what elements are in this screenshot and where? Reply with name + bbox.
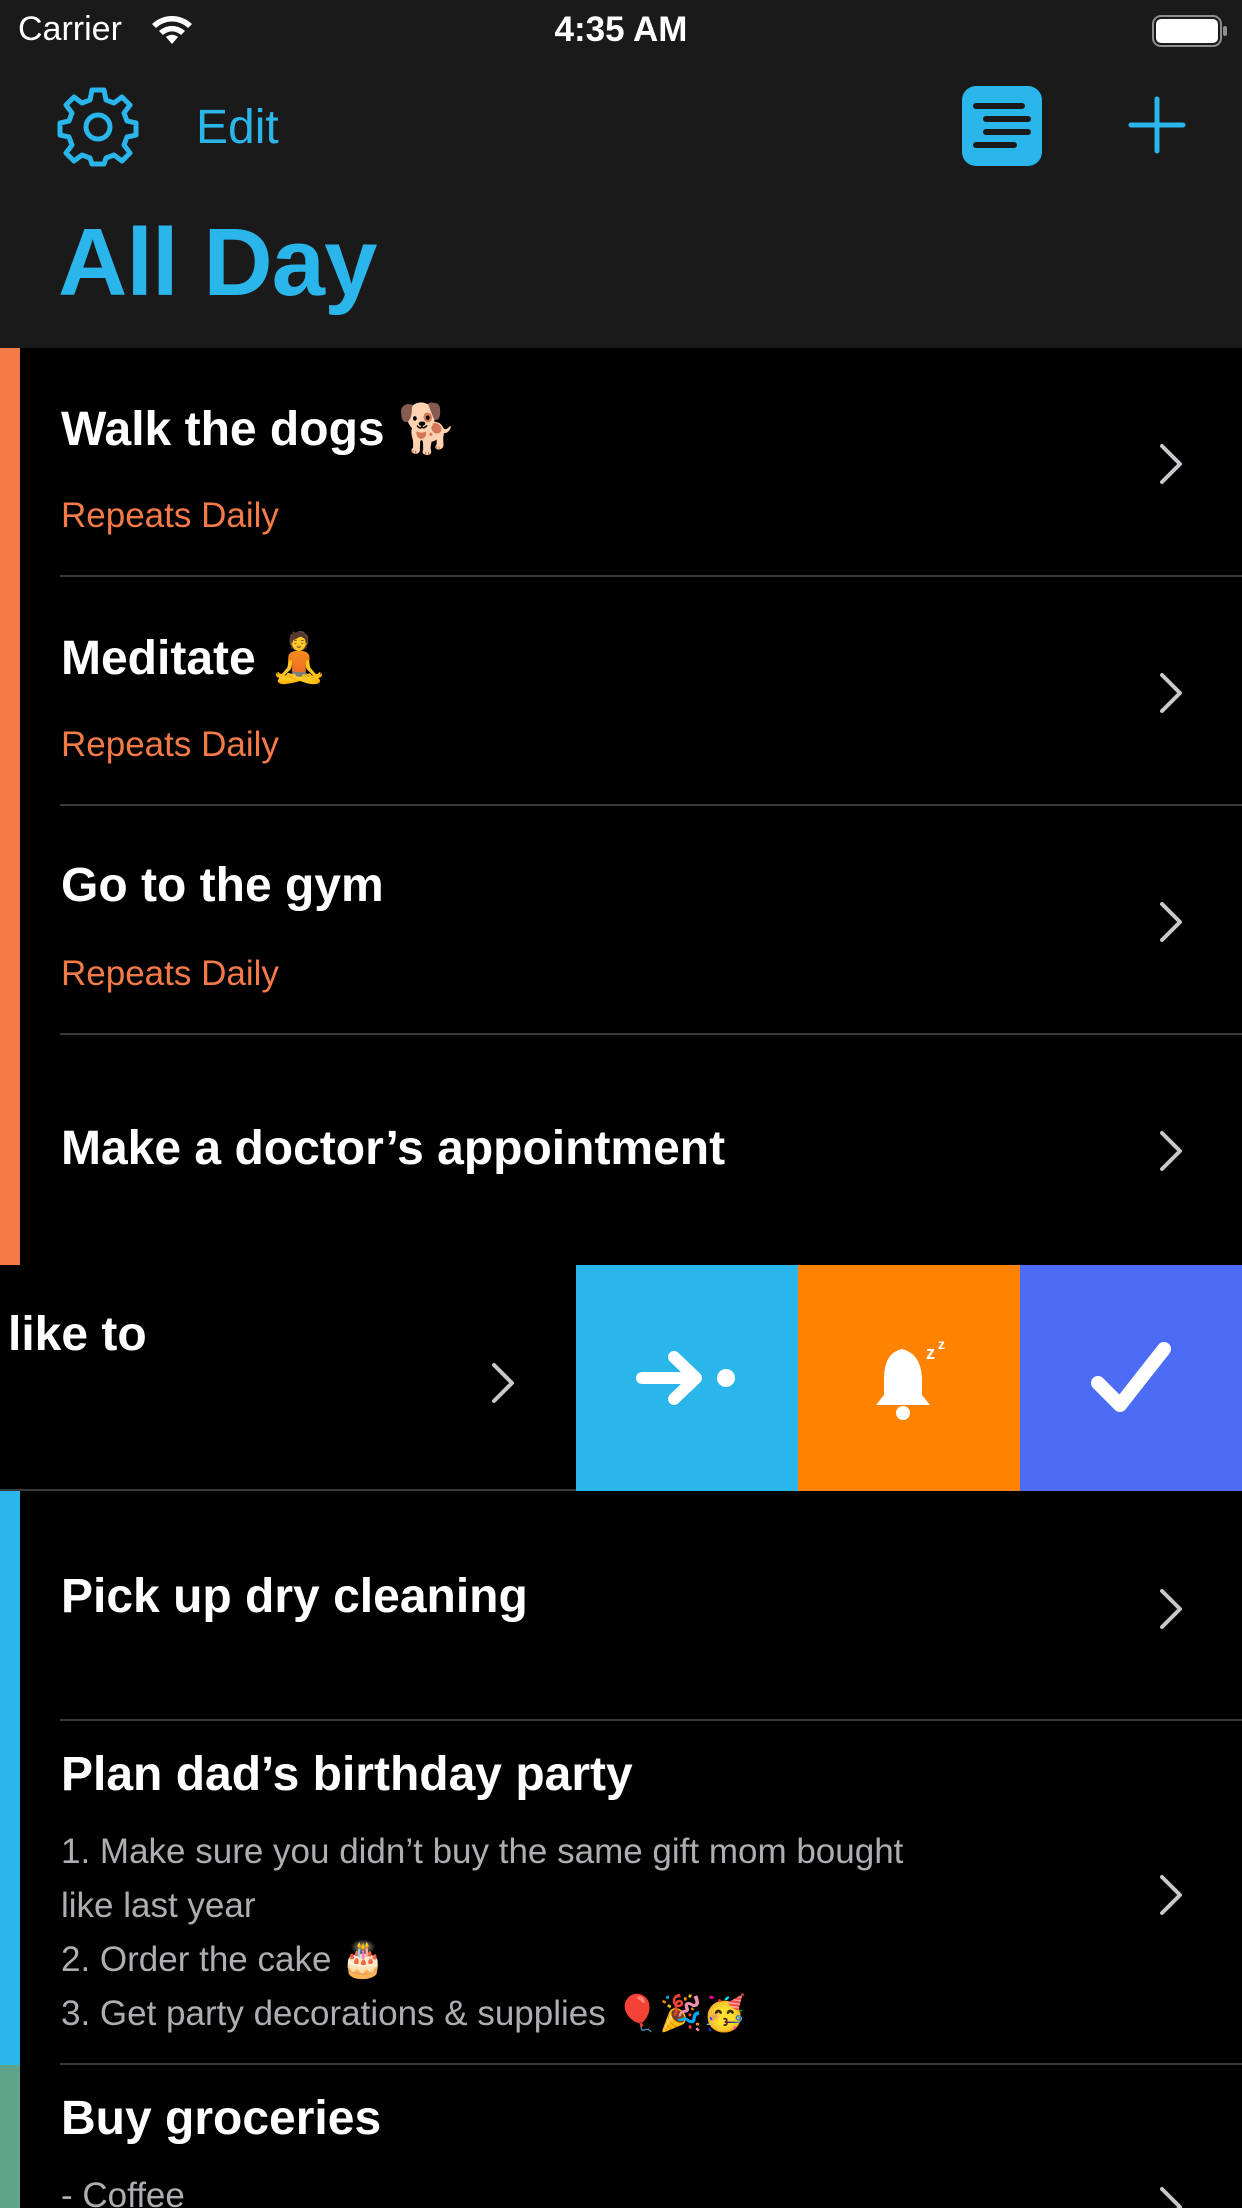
priority-stripe — [0, 1721, 20, 2065]
task-notes: - Coffee — [61, 2176, 185, 2208]
priority-stripe — [0, 1491, 20, 1721]
chevron-right-icon — [492, 1363, 514, 1403]
priority-stripe — [0, 577, 20, 806]
task-row[interactable]: Plan dad’s birthday party 1. Make sure y… — [0, 1721, 1242, 2065]
task-title: Meditate 🧘 — [61, 632, 329, 685]
priority-stripe — [0, 348, 20, 577]
checkmark-icon — [1091, 1342, 1171, 1412]
repeat-label: Repeats Daily — [61, 954, 279, 993]
task-row[interactable]: Buy groceries - Coffee — [0, 2065, 1242, 2208]
task-title: Pick up dry cleaning — [61, 1570, 528, 1623]
svg-text:z: z — [938, 1336, 945, 1352]
chevron-right-icon — [1160, 1589, 1182, 1629]
chevron-right-icon — [1160, 1875, 1182, 1915]
task-title: Walk the dogs 🐕 — [61, 403, 458, 456]
task-title: Go to the gym — [61, 859, 384, 912]
task-row[interactable]: Make a doctor’s appointment — [0, 1035, 1242, 1265]
chevron-right-icon — [1160, 1131, 1182, 1171]
task-title: Make a doctor’s appointment — [61, 1122, 726, 1175]
chevron-right-icon — [1160, 902, 1182, 942]
list-view-button[interactable] — [962, 86, 1042, 166]
bell-snooze-icon: z z — [876, 1336, 945, 1420]
svg-text:z: z — [926, 1343, 935, 1363]
plus-icon[interactable] — [1128, 96, 1186, 154]
move-action-button[interactable] — [576, 1265, 798, 1491]
status-bar: Carrier 4:35 AM — [0, 0, 1242, 62]
priority-stripe — [0, 806, 20, 1035]
repeat-label: Repeats Daily — [61, 496, 279, 535]
chevron-right-icon — [1160, 444, 1182, 484]
page-title: All Day — [58, 209, 377, 316]
snooze-action-button[interactable]: z z — [798, 1265, 1020, 1491]
chevron-right-icon — [1160, 673, 1182, 713]
status-time: 4:35 AM — [554, 10, 688, 49]
battery-icon — [1152, 15, 1227, 47]
complete-action-button[interactable] — [1020, 1265, 1242, 1491]
repeat-label: Repeats Daily — [61, 725, 279, 764]
task-notes: 1. Make sure you didn’t buy the same gif… — [61, 1832, 904, 2033]
task-row[interactable]: Meditate 🧘 Repeats Daily — [0, 577, 1242, 806]
gear-icon[interactable] — [56, 84, 140, 168]
task-row[interactable]: Go to the gym Repeats Daily — [0, 806, 1242, 1035]
priority-stripe — [0, 1035, 20, 1265]
task-title: Buy groceries — [61, 2092, 382, 2145]
task-row[interactable]: Pick up dry cleaning — [0, 1491, 1242, 1721]
task-row[interactable]: Walk the dogs 🐕 Repeats Daily — [0, 348, 1242, 577]
swiped-task-row[interactable]: like to z z — [0, 1265, 1242, 1491]
list-icon — [973, 103, 1031, 148]
chevron-right-icon — [1160, 2187, 1182, 2208]
task-title: like to — [8, 1308, 147, 1361]
arrow-right-icon — [636, 1351, 735, 1405]
top-bar: Carrier 4:35 AM Edit All Day — [0, 0, 1242, 348]
priority-stripe — [0, 2065, 20, 2208]
task-title: Plan dad’s birthday party — [61, 1748, 633, 1801]
edit-button[interactable]: Edit — [196, 100, 279, 155]
